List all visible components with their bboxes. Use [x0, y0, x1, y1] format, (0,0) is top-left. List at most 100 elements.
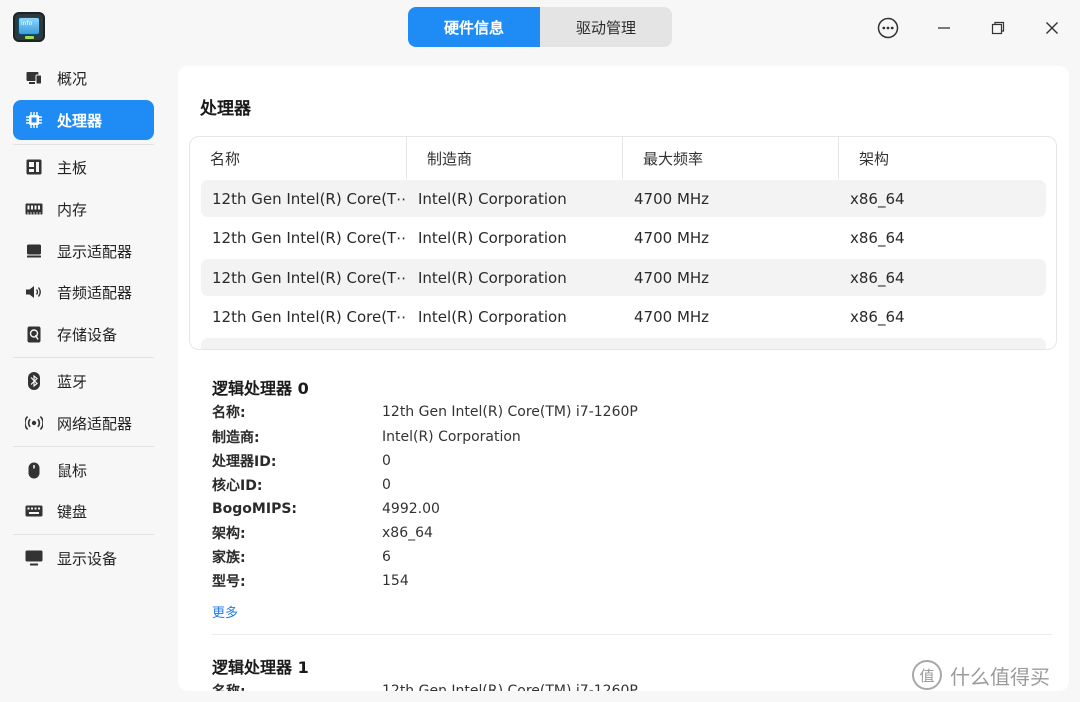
- detail-value: 6: [382, 549, 391, 565]
- table-row[interactable]: 12th Gen Intel(R) Core(T⋯ Intel(R) Corpo…: [201, 219, 1046, 256]
- minimize-icon: [938, 27, 950, 29]
- sidebar-item-network-adapter[interactable]: 网络适配器: [13, 403, 154, 443]
- sidebar-item-bluetooth[interactable]: 蓝牙: [13, 361, 154, 401]
- table-cell: 12th Gen Intel(R) Core(T⋯: [212, 268, 407, 287]
- sidebar-divider: [13, 446, 154, 447]
- table-cell: 4700 MHz: [634, 307, 710, 326]
- table-cell: 4700 MHz: [634, 228, 710, 247]
- detail-key: 名称:: [212, 681, 246, 691]
- table-cell: 12th Gen Intel(R) Core(T⋯: [212, 189, 407, 208]
- bluetooth-icon: [25, 372, 43, 390]
- tab-driver-management[interactable]: 驱动管理: [540, 7, 672, 47]
- sidebar-item-label: 处理器: [57, 111, 103, 130]
- restore-icon: [991, 21, 1005, 35]
- cpu-icon: [25, 111, 43, 129]
- detail-value: 12th Gen Intel(R) Core(TM) i7-1260P: [382, 683, 638, 691]
- sidebar-item-label: 蓝牙: [57, 372, 88, 391]
- sidebar-item-label: 概况: [57, 69, 88, 88]
- watermark-logo-icon: 值: [912, 660, 942, 690]
- sidebar-item-mouse[interactable]: 鼠标: [13, 450, 154, 490]
- section-title: 逻辑处理器 1: [212, 658, 309, 677]
- sidebar-item-label: 网络适配器: [57, 414, 133, 433]
- sidebar-item-label: 键盘: [57, 502, 88, 521]
- detail-key: 架构:: [212, 526, 246, 542]
- table-row-partial: [201, 338, 1046, 349]
- detail-key: 制造商:: [212, 430, 260, 446]
- table-row[interactable]: 12th Gen Intel(R) Core(T⋯ Intel(R) Corpo…: [201, 259, 1046, 296]
- table-cell: Intel(R) Corporation: [418, 189, 567, 208]
- table-cell: x86_64: [850, 228, 905, 247]
- main-panel: 处理器 名称 制造商 最大频率 架构 12th Gen Intel(R) Cor…: [178, 66, 1069, 691]
- table-cell: x86_64: [850, 268, 905, 287]
- table-cell: Intel(R) Corporation: [418, 228, 567, 247]
- detail-key: 型号:: [212, 574, 246, 590]
- page-title: 处理器: [200, 99, 251, 119]
- sidebar-item-label: 显示适配器: [57, 242, 133, 261]
- close-button[interactable]: [1038, 14, 1066, 42]
- detail-key: BogoMIPS:: [212, 501, 298, 517]
- column-header-vendor[interactable]: 制造商: [407, 137, 623, 179]
- detail-key: 家族:: [212, 550, 246, 566]
- restore-button[interactable]: [984, 14, 1012, 42]
- sidebar-item-label: 内存: [57, 200, 88, 219]
- overview-icon: [25, 69, 43, 87]
- tab-hardware-info[interactable]: 硬件信息: [408, 7, 540, 47]
- logical-processor-1-heading: 逻辑处理器 1: [212, 654, 309, 678]
- table-row[interactable]: 12th Gen Intel(R) Core(T⋯ Intel(R) Corpo…: [201, 180, 1046, 217]
- sidebar-item-display-device[interactable]: 显示设备: [13, 538, 154, 578]
- sidebar-item-motherboard[interactable]: 主板: [13, 147, 154, 187]
- memory-icon: [25, 200, 43, 218]
- section-divider: [212, 634, 1052, 635]
- sidebar-item-label: 存储设备: [57, 325, 118, 344]
- sidebar-item-audio-adapter[interactable]: 音频适配器: [13, 272, 154, 312]
- detail-key: 核心ID:: [212, 478, 263, 494]
- detail-value: x86_64: [382, 525, 433, 541]
- sidebar-item-processor[interactable]: 处理器: [13, 100, 154, 140]
- keyboard-icon: [25, 502, 43, 520]
- monitor-icon: [25, 549, 43, 567]
- detail-key: 处理器ID:: [212, 454, 277, 470]
- detail-value: 0: [382, 453, 391, 469]
- sidebar-item-display-adapter[interactable]: 显示适配器: [13, 231, 154, 271]
- sidebar-item-storage[interactable]: 存储设备: [13, 314, 154, 354]
- table-cell: 4700 MHz: [634, 189, 710, 208]
- app-logo-icon: info: [13, 12, 45, 42]
- speaker-icon: [25, 283, 43, 301]
- table-cell: 4700 MHz: [634, 268, 710, 287]
- column-header-max-frequency[interactable]: 最大频率: [623, 137, 839, 179]
- sidebar-item-label: 音频适配器: [57, 283, 133, 302]
- network-icon: [25, 414, 43, 432]
- column-header-name[interactable]: 名称: [190, 137, 407, 179]
- table-cell: Intel(R) Corporation: [418, 307, 567, 326]
- processor-table: 名称 制造商 最大频率 架构 12th Gen Intel(R) Core(T⋯…: [189, 136, 1057, 350]
- more-options-icon: [877, 17, 899, 39]
- sidebar-divider: [13, 534, 154, 535]
- storage-icon: [25, 325, 43, 343]
- sidebar-item-overview[interactable]: 概况: [13, 58, 154, 98]
- watermark: 值 什么值得买: [912, 660, 1050, 690]
- motherboard-icon: [25, 158, 43, 176]
- column-header-architecture[interactable]: 架构: [839, 137, 1056, 179]
- detail-value: 12th Gen Intel(R) Core(TM) i7-1260P: [382, 404, 638, 420]
- minimize-button[interactable]: [930, 14, 958, 42]
- mouse-icon: [25, 461, 43, 479]
- sidebar-item-label: 主板: [57, 158, 88, 177]
- sidebar-item-keyboard[interactable]: 键盘: [13, 491, 154, 531]
- sidebar-item-label: 鼠标: [57, 461, 88, 480]
- detail-value: 154: [382, 573, 409, 589]
- detail-value: Intel(R) Corporation: [382, 429, 521, 445]
- sidebar-divider: [13, 357, 154, 358]
- table-cell: x86_64: [850, 189, 905, 208]
- logical-processor-0-heading: 逻辑处理器 0: [212, 375, 309, 399]
- detail-value: 4992.00: [382, 501, 440, 517]
- table-cell: 12th Gen Intel(R) Core(T⋯: [212, 307, 407, 326]
- top-tabs: 硬件信息 驱动管理: [408, 7, 672, 47]
- menu-button[interactable]: [874, 14, 902, 42]
- more-link[interactable]: 更多: [212, 602, 238, 621]
- sidebar-item-memory[interactable]: 内存: [13, 189, 154, 229]
- table-row[interactable]: 12th Gen Intel(R) Core(T⋯ Intel(R) Corpo…: [201, 298, 1046, 335]
- gpu-icon: [25, 242, 43, 260]
- table-cell: Intel(R) Corporation: [418, 268, 567, 287]
- sidebar-divider: [13, 144, 154, 145]
- table-cell: x86_64: [850, 307, 905, 326]
